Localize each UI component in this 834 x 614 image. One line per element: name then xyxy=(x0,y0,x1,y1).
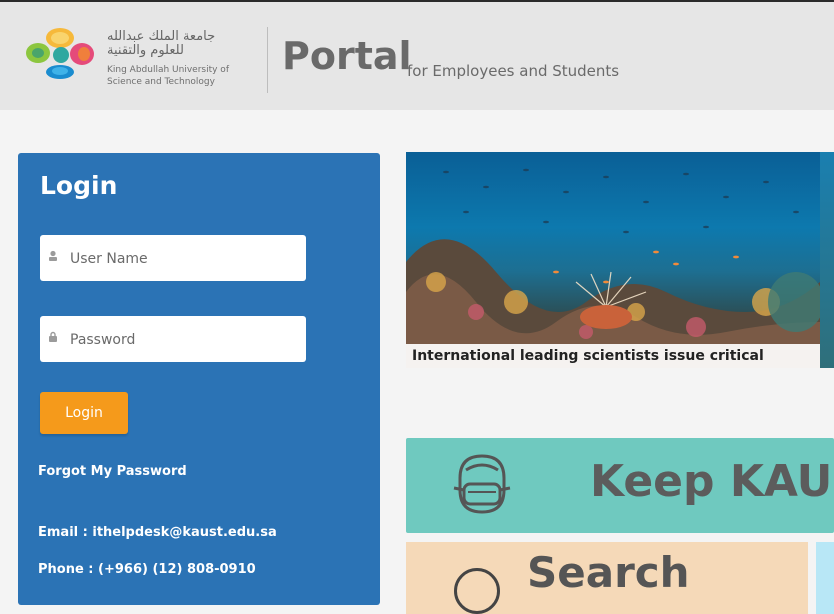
logo-english-line2: Science and Technology xyxy=(107,77,215,87)
password-field[interactable] xyxy=(40,316,306,364)
keep-kaust-text: Keep KAUST xyxy=(590,456,834,507)
username-field[interactable] xyxy=(40,235,306,283)
password-input[interactable] xyxy=(68,316,302,364)
forgot-password-link[interactable]: Forgot My Password xyxy=(38,464,187,479)
logo-arabic-line1: جامعة الملك عبدالله xyxy=(107,29,216,44)
hero-slide[interactable]: International leading scientists issue c… xyxy=(406,152,820,368)
portal-title: Portal xyxy=(282,34,412,78)
search-tile[interactable]: Search xyxy=(406,542,808,614)
login-panel: Login Login Forgot My Password Email : i… xyxy=(18,153,380,605)
logo-arabic-line2: للعلوم والتقنية xyxy=(107,43,184,58)
contact-email[interactable]: Email : ithelpdesk@kaust.edu.sa xyxy=(38,525,277,540)
keep-kaust-tile[interactable]: Keep KAUST xyxy=(406,438,834,533)
logo-text: جامعة الملك عبدالله للعلوم والتقنية King… xyxy=(107,30,229,88)
contact-phone[interactable]: Phone : (+966) (12) 808-0910 xyxy=(38,562,256,577)
search-circle-icon xyxy=(454,568,500,614)
user-icon xyxy=(48,250,60,264)
login-button[interactable]: Login xyxy=(40,392,128,434)
portal-subtitle: for Employees and Students xyxy=(407,62,620,80)
site-header: جامعة الملك عبدالله للعلوم والتقنية King… xyxy=(0,2,834,110)
lock-icon xyxy=(48,331,60,345)
reef-image xyxy=(406,168,820,368)
kaust-logo-icon[interactable] xyxy=(22,26,100,80)
face-mask-icon xyxy=(453,454,511,514)
header-divider xyxy=(267,27,268,93)
login-title: Login xyxy=(40,171,118,200)
next-tile-peek[interactable] xyxy=(816,542,834,614)
logo-english-line1: King Abdullah University of xyxy=(107,65,229,75)
next-slide-peek[interactable] xyxy=(820,152,834,368)
username-input[interactable] xyxy=(68,235,302,283)
hero-caption[interactable]: International leading scientists issue c… xyxy=(406,344,820,368)
search-tile-text: Search xyxy=(527,548,690,597)
